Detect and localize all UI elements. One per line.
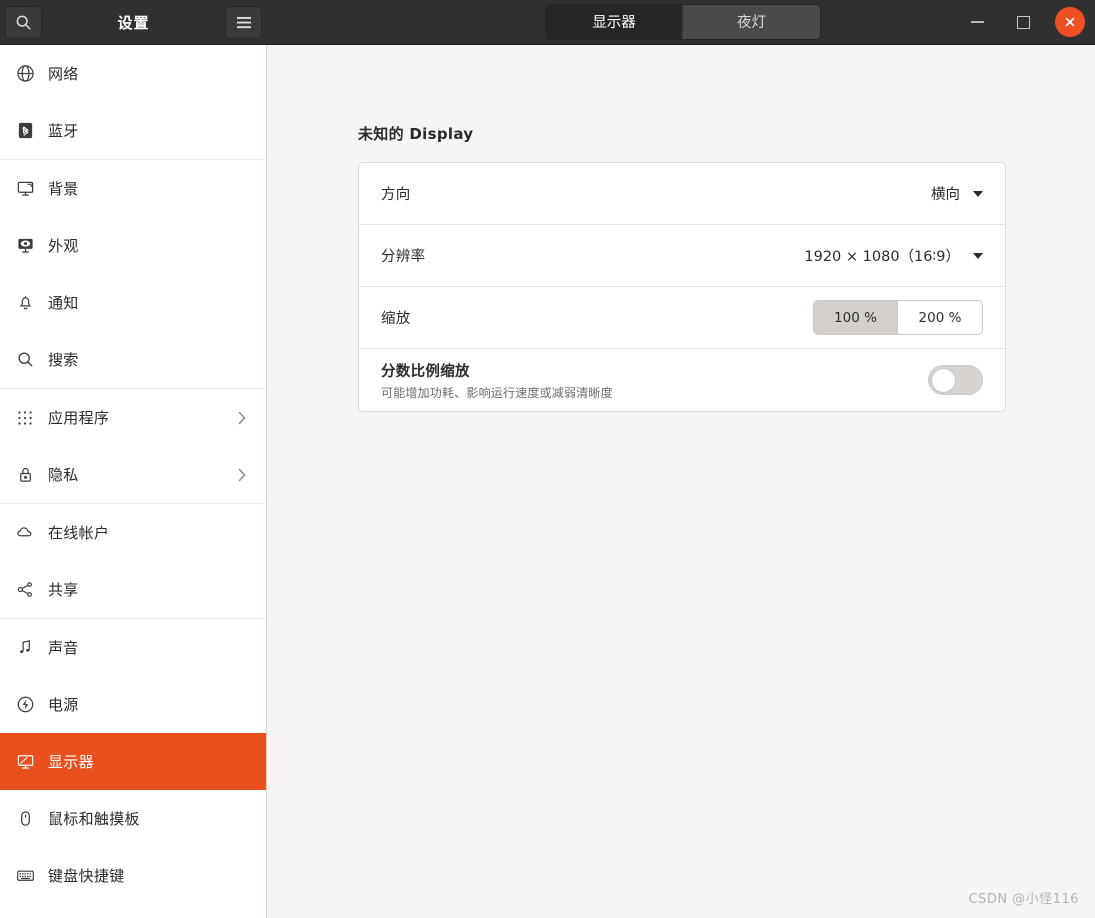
sidebar-item-label: 在线帐户: [48, 524, 110, 542]
fractional-scaling-subtitle: 可能增加功耗、影响运行速度或减弱清晰度: [381, 385, 613, 400]
globe-icon: [12, 64, 38, 83]
page-title: 未知的 Display: [358, 125, 474, 143]
search-button[interactable]: [5, 5, 42, 39]
sidebar-item-label: 隐私: [48, 466, 79, 484]
watermark-text: CSDN @小怪116: [968, 892, 1079, 907]
tab-display-label: 显示器: [592, 15, 636, 31]
orientation-label: 方向: [381, 187, 411, 203]
content-scrollbar[interactable]: [1091, 45, 1095, 918]
orientation-row: 方向 横向: [359, 163, 1005, 225]
share-icon: [12, 580, 38, 599]
orientation-dropdown[interactable]: 横向: [931, 183, 983, 204]
chevron-down-icon: [973, 252, 983, 259]
scale-row: 缩放 100 % 200 %: [359, 287, 1005, 349]
sidebar-item-background[interactable]: 背景: [0, 160, 266, 217]
sidebar-item-label: 共享: [48, 581, 79, 599]
minimize-button[interactable]: [963, 8, 991, 36]
titlebar-right-pane: 显示器 夜灯: [267, 0, 1095, 45]
sidebar-item-displays[interactable]: 显示器: [0, 733, 266, 790]
sidebar-item-sound[interactable]: 声音: [0, 619, 266, 676]
display-monitor-icon: [12, 752, 38, 771]
fractional-scaling-toggle[interactable]: [928, 365, 983, 395]
maximize-button[interactable]: [1009, 8, 1037, 36]
orientation-value: 横向: [931, 187, 960, 203]
settings-window: 设置 显示器 夜灯 网络 蓝牙 背景 外观 通知 搜索 应用程序 隐私 在线帐户…: [0, 0, 1095, 918]
chevron-right-icon: [236, 466, 248, 484]
sidebar-item-label: 鼠标和触摸板: [48, 810, 140, 828]
sidebar-item-label: 外观: [48, 237, 79, 255]
sidebar-item-label: 应用程序: [48, 409, 110, 427]
titlebar: 设置 显示器 夜灯: [0, 0, 1095, 45]
resolution-row: 分辨率 1920 × 1080（16∶9）: [359, 225, 1005, 287]
display-settings-panel: 未知的 Display 方向 横向 分辨率 1920 × 1080（16∶9）: [267, 45, 1095, 412]
scale-option-100[interactable]: 100 %: [814, 301, 898, 334]
lock-icon: [12, 465, 38, 484]
sidebar-item-search[interactable]: 搜索: [0, 331, 266, 388]
sidebar: 网络 蓝牙 背景 外观 通知 搜索 应用程序 隐私 在线帐户 共享 声音 电源 …: [0, 45, 267, 918]
sidebar-item-label: 显示器: [48, 753, 94, 771]
chevron-right-icon: [236, 409, 248, 427]
fractional-scaling-row: 分数比例缩放 可能增加功耗、影响运行速度或减弱清晰度: [359, 349, 1005, 411]
sidebar-item-label: 背景: [48, 180, 79, 198]
bell-icon: [12, 293, 38, 312]
bluetooth-icon: [12, 121, 38, 140]
sidebar-group-accounts: 在线帐户 共享: [0, 504, 266, 618]
close-button[interactable]: [1055, 7, 1085, 37]
sidebar-item-mouse-touchpad[interactable]: 鼠标和触摸板: [0, 790, 266, 847]
sidebar-group-personalization: 背景 外观 通知 搜索: [0, 160, 266, 388]
fractional-scaling-text: 分数比例缩放 可能增加功耗、影响运行速度或减弱清晰度: [381, 360, 928, 401]
sidebar-item-network[interactable]: 网络: [0, 45, 266, 102]
sidebar-item-power[interactable]: 电源: [0, 676, 266, 733]
sidebar-item-online-accounts[interactable]: 在线帐户: [0, 504, 266, 561]
tab-night-light-label: 夜灯: [737, 15, 766, 31]
sidebar-item-keyboard-shortcuts[interactable]: 键盘快捷键: [0, 847, 266, 904]
sidebar-group-devices: 声音 电源 显示器 鼠标和触摸板 键盘快捷键: [0, 619, 266, 904]
fractional-scaling-label: 分数比例缩放: [381, 363, 470, 380]
resolution-label: 分辨率: [381, 249, 426, 265]
window-body: 网络 蓝牙 背景 外观 通知 搜索 应用程序 隐私 在线帐户 共享 声音 电源 …: [0, 45, 1095, 918]
power-icon: [12, 695, 38, 714]
sidebar-item-label: 声音: [48, 639, 79, 657]
wallpaper-monitor-icon: [12, 179, 38, 198]
scale-option-group: 100 % 200 %: [813, 300, 983, 335]
main-menu-button[interactable]: [225, 5, 262, 39]
tab-display[interactable]: 显示器: [546, 4, 683, 39]
scale-option-200[interactable]: 200 %: [898, 301, 982, 334]
view-tab-switcher: 显示器 夜灯: [545, 3, 821, 40]
hamburger-menu-icon: [236, 16, 252, 29]
apps-grid-icon: [12, 409, 38, 427]
keyboard-icon: [12, 866, 38, 885]
resolution-value: 1920 × 1080（16∶9）: [804, 249, 960, 265]
sidebar-item-label: 通知: [48, 294, 79, 312]
sidebar-item-label: 蓝牙: [48, 122, 79, 140]
sidebar-item-appearance[interactable]: 外观: [0, 217, 266, 274]
sidebar-group-apps-privacy: 应用程序 隐私: [0, 389, 266, 503]
chevron-down-icon: [973, 190, 983, 197]
appearance-icon: [12, 236, 38, 255]
tab-night-light[interactable]: 夜灯: [683, 4, 820, 39]
window-controls: [963, 0, 1085, 45]
toggle-knob: [931, 367, 956, 393]
sidebar-item-sharing[interactable]: 共享: [0, 561, 266, 618]
cloud-icon: [12, 523, 38, 542]
close-icon: [1064, 16, 1076, 28]
scale-label: 缩放: [381, 311, 411, 327]
content-area: 未知的 Display 方向 横向 分辨率 1920 × 1080（16∶9）: [267, 45, 1095, 918]
sidebar-item-bluetooth[interactable]: 蓝牙: [0, 102, 266, 159]
search-icon: [15, 14, 32, 31]
sidebar-item-privacy[interactable]: 隐私: [0, 446, 266, 503]
resolution-dropdown[interactable]: 1920 × 1080（16∶9）: [804, 245, 983, 266]
music-note-icon: [12, 638, 38, 657]
sidebar-item-label: 搜索: [48, 351, 79, 369]
sidebar-group-connectivity: 网络 蓝牙: [0, 45, 266, 159]
sidebar-item-notifications[interactable]: 通知: [0, 274, 266, 331]
titlebar-left-pane: 设置: [0, 0, 267, 45]
sidebar-item-label: 电源: [48, 696, 79, 714]
sidebar-item-label: 键盘快捷键: [48, 867, 125, 885]
sidebar-item-applications[interactable]: 应用程序: [0, 389, 266, 446]
display-settings-card: 方向 横向 分辨率 1920 × 1080（16∶9） 缩放 100 % 200…: [358, 162, 1006, 412]
sidebar-item-label: 网络: [48, 65, 79, 83]
mouse-icon: [12, 809, 38, 828]
search-icon: [12, 350, 38, 369]
